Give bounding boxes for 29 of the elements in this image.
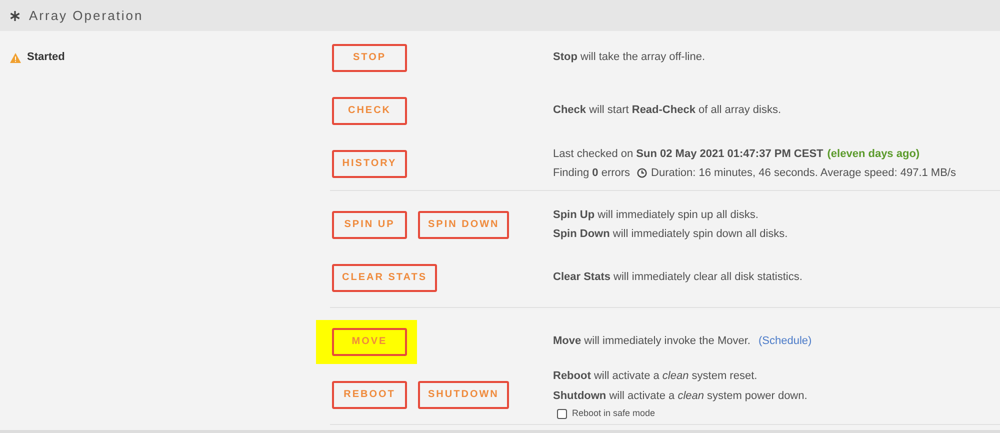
snowflake-icon — [9, 10, 21, 22]
description-text: Spin Down will immediately spin down all disks. — [553, 227, 788, 242]
description-text: Stop will take the array off-line. — [553, 50, 706, 66]
checkbox[interactable] — [557, 409, 567, 419]
warning-icon — [10, 52, 21, 62]
description-text: Duration: 16 minutes, 46 seconds. Average speed: 497.1 MB/s — [651, 166, 956, 181]
status-text: Started — [27, 50, 65, 66]
action-button[interactable]: CHECK — [332, 96, 407, 124]
action-button[interactable]: STOP — [332, 44, 407, 72]
elapsed-text: (eleven days ago) — [827, 146, 920, 162]
description-text: Spin Up will immediately spin up all disks. — [553, 208, 758, 222]
action-button[interactable]: HISTORY — [332, 150, 407, 178]
description-text: Reboot will activate a clean system reset. — [553, 369, 758, 384]
checkbox-label: Reboot in safe mode — [572, 407, 656, 420]
description-text: Last checked on Sun 02 May 2021 01:47:37 PM CEST — [553, 146, 824, 162]
description-text: Finding 0 errors — [553, 166, 630, 181]
schedule-link[interactable]: (Schedule) — [758, 333, 812, 350]
action-button[interactable]: SPIN UP — [332, 210, 407, 238]
clock-icon — [637, 168, 648, 178]
description-text: Check will start Read-Check of all array disks. — [553, 103, 782, 118]
action-button[interactable]: CLEAR STATS — [332, 264, 438, 292]
action-button[interactable]: SPIN DOWN — [418, 210, 510, 238]
action-button[interactable]: SHUTDOWN — [418, 380, 509, 408]
description-text: Shutdown will activate a clean system power down. — [553, 388, 808, 404]
action-button[interactable]: REBOOT — [332, 380, 407, 408]
description-text: Move will immediately invoke the Mover. — [553, 334, 750, 350]
section-title: Array Operation — [29, 6, 144, 25]
action-button[interactable]: MOVE — [332, 328, 407, 356]
description-text: Clear Stats will immediately clear all disk statistics. — [553, 270, 802, 286]
